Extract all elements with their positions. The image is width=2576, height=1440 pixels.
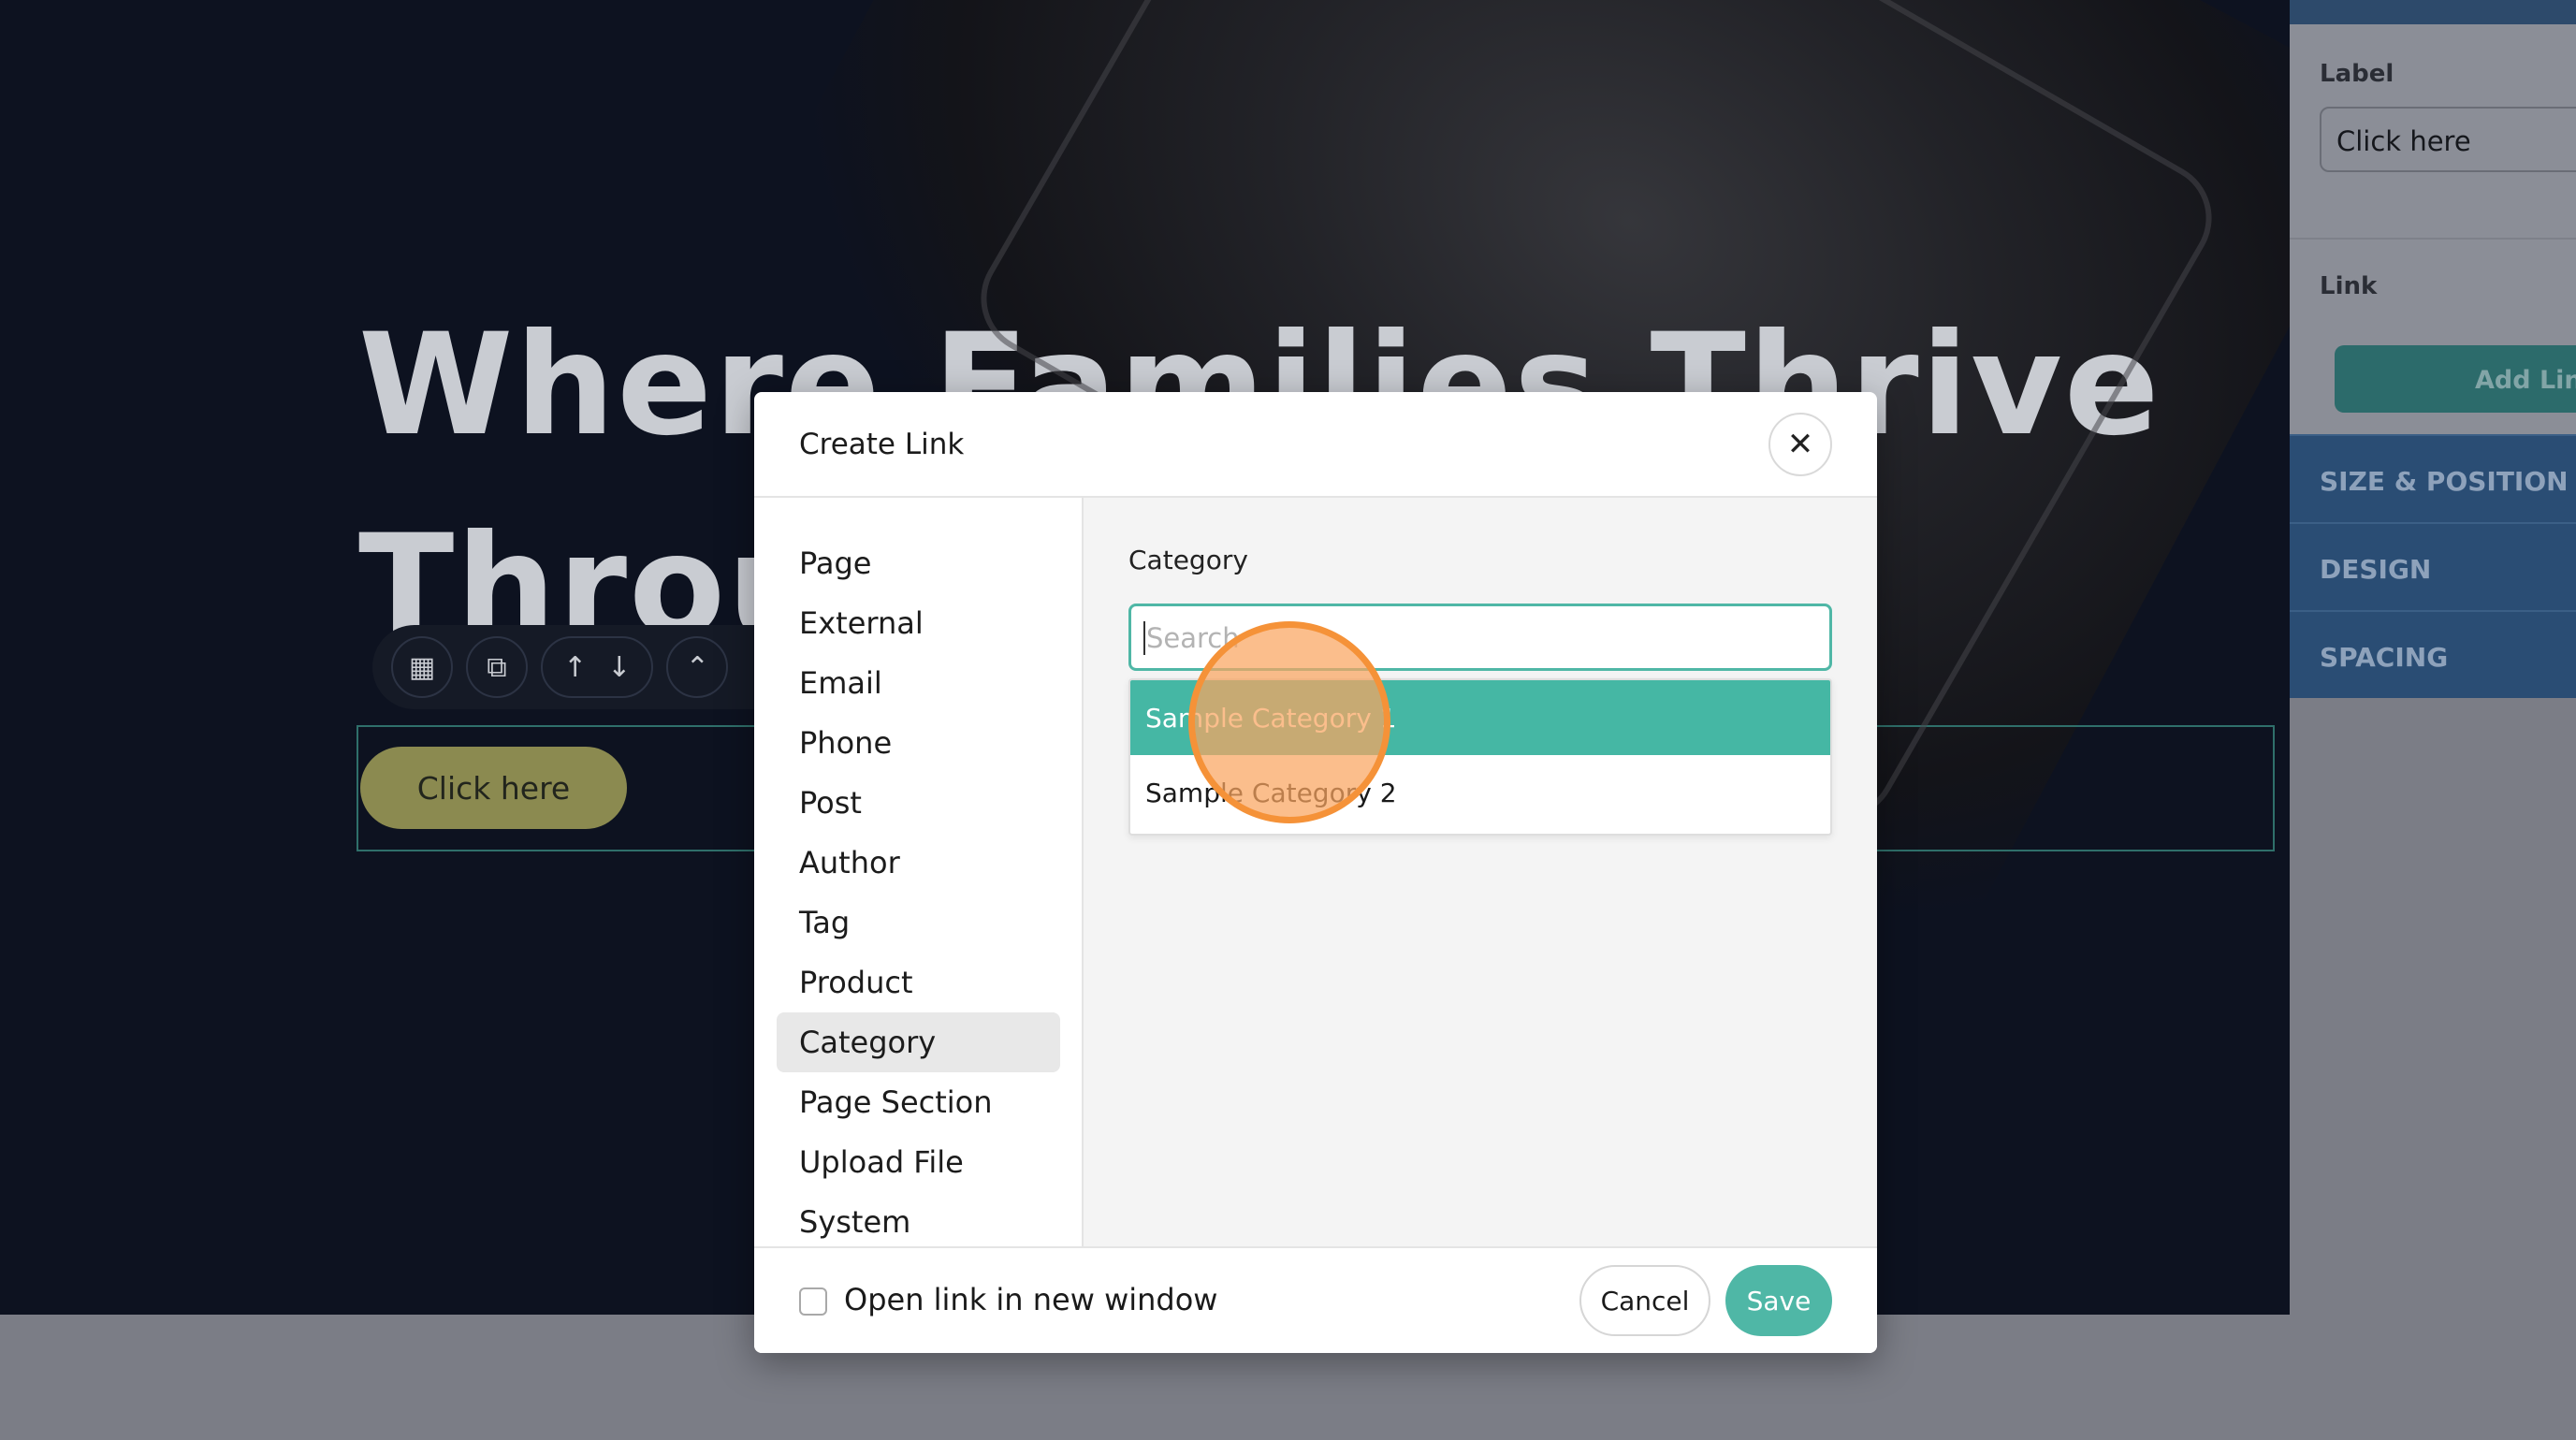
nav-item-product[interactable]: Product — [777, 953, 1060, 1012]
link-content-panel: Category Search Sample Category 1 Sample… — [1084, 498, 1877, 1246]
modal-title: Create Link — [799, 428, 965, 461]
click-indicator — [1188, 621, 1390, 823]
canvas-cta-button[interactable]: Click here — [360, 747, 627, 829]
nav-item-page[interactable]: Page — [777, 533, 1060, 593]
open-new-window-label[interactable]: Open link in new window — [844, 1282, 1217, 1317]
chevrons-up-icon[interactable]: ⌃ — [666, 636, 729, 698]
section-size-position[interactable]: SIZE & POSITION — [2290, 434, 2576, 522]
arrow-up-icon[interactable]: ↑ — [563, 651, 587, 684]
nav-item-upload-file[interactable]: Upload File — [777, 1132, 1060, 1192]
modal-footer: Open link in new window Cancel Save — [754, 1246, 1877, 1353]
link-heading: Link — [2320, 272, 2378, 300]
category-label: Category — [1128, 545, 1248, 575]
divider — [2290, 238, 2576, 240]
add-link-button[interactable]: Add Link — [2335, 345, 2576, 413]
sidebar-topbar — [2290, 0, 2576, 24]
properties-sidebar: Label Click here Link Add Link SIZE & PO… — [2290, 0, 2576, 1440]
nav-item-system[interactable]: System — [777, 1192, 1060, 1252]
nav-item-post[interactable]: Post — [777, 773, 1060, 833]
nav-item-tag[interactable]: Tag — [777, 893, 1060, 953]
save-button[interactable]: Save — [1725, 1265, 1832, 1336]
grid-icon[interactable]: ▦ — [391, 636, 453, 698]
nav-item-category[interactable]: Category — [777, 1012, 1060, 1072]
label-input[interactable]: Click here — [2320, 107, 2576, 172]
nav-item-email[interactable]: Email — [777, 653, 1060, 713]
nav-item-page-section[interactable]: Page Section — [777, 1072, 1060, 1132]
open-new-window-checkbox[interactable] — [799, 1287, 827, 1316]
label-heading: Label — [2320, 60, 2394, 88]
arrow-down-icon[interactable]: ↓ — [607, 651, 631, 684]
nav-item-author[interactable]: Author — [777, 833, 1060, 893]
section-spacing[interactable]: SPACING — [2290, 610, 2576, 698]
nav-item-phone[interactable]: Phone — [777, 713, 1060, 773]
create-link-modal: Create Link ✕ Page External Email Phone … — [754, 392, 1877, 1353]
element-toolbar: ▦ ⧉ ↑ ↓ ⌃ — [372, 625, 803, 709]
modal-header: Create Link ✕ — [754, 392, 1877, 498]
section-design[interactable]: DESIGN — [2290, 522, 2576, 610]
copy-icon[interactable]: ⧉ — [466, 636, 528, 698]
modal-body: Page External Email Phone Post Author Ta… — [754, 498, 1877, 1246]
close-icon[interactable]: ✕ — [1768, 413, 1832, 476]
cancel-button[interactable]: Cancel — [1579, 1265, 1710, 1336]
nav-item-external[interactable]: External — [777, 593, 1060, 653]
button-settings-panel: Label Click here Link Add Link — [2290, 24, 2576, 434]
link-type-nav: Page External Email Phone Post Author Ta… — [754, 498, 1084, 1246]
move-group: ↑ ↓ — [541, 636, 654, 698]
